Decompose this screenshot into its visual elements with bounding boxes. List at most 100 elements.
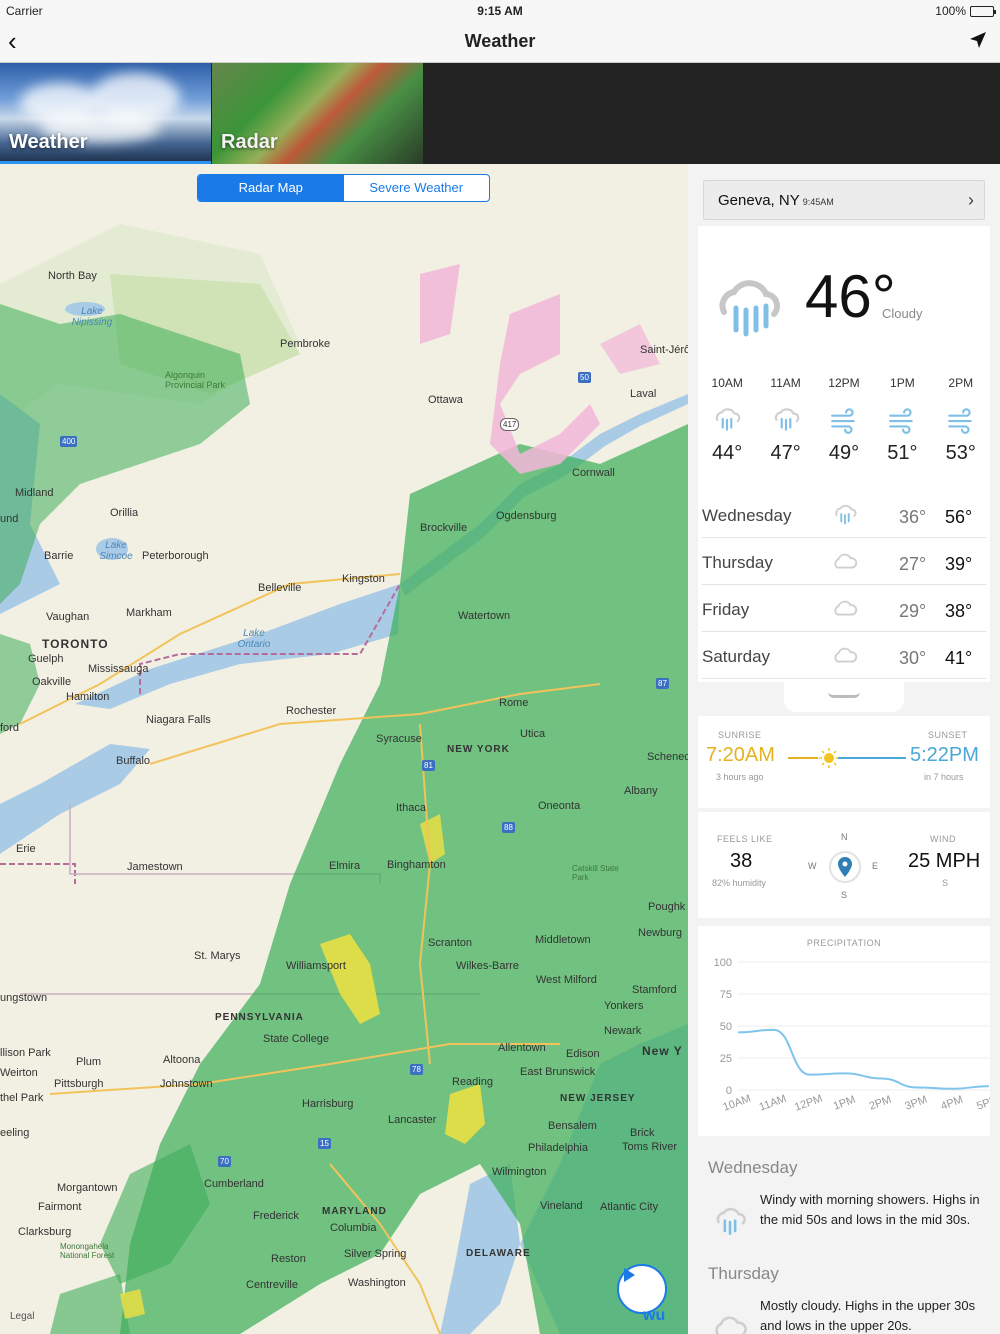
map-label: Edison	[566, 1048, 600, 1060]
map-mode-segmented-control: Radar Map Severe Weather	[197, 174, 490, 202]
sun-card: SUNRISE SUNSET 7:20AM 5:22PM 3 hours ago…	[698, 716, 990, 808]
y-tick-label: 25	[720, 1053, 732, 1065]
location-name: Geneva, NY 9:45AM	[718, 192, 834, 209]
map-label: MARYLAND	[322, 1206, 387, 1217]
text-forecast: Wednesday Windy with morning showers. Hi…	[698, 1142, 1000, 1334]
x-tick-label: 12PM	[793, 1093, 824, 1114]
map-label: Poughk	[648, 901, 686, 913]
compass-pin-icon	[829, 851, 861, 883]
map-label: NEW JERSEY	[560, 1093, 636, 1104]
map-label: Middletown	[535, 934, 591, 946]
daily-high: 56°	[945, 507, 973, 527]
daily-row[interactable]: Saturday 30° 41°	[702, 633, 986, 679]
map-label: Altoona	[163, 1054, 201, 1066]
rain-icon	[698, 398, 756, 442]
daily-low: 30°	[899, 648, 927, 668]
daily-day: Thursday	[702, 553, 773, 572]
map-label: Hamilton	[66, 691, 110, 703]
segment-radar-map[interactable]: Radar Map	[198, 175, 344, 201]
map-label: Peterborough	[142, 550, 209, 562]
map-label: Scranton	[428, 937, 473, 949]
hourly-item: 10AM 44°	[698, 376, 756, 465]
map-label: Watertown	[458, 610, 511, 622]
daily-row[interactable]: Friday 29° 38°	[702, 586, 986, 632]
map-label: Elmira	[329, 860, 361, 872]
map-label: llison Park	[0, 1047, 51, 1059]
sun-track-remaining	[838, 757, 906, 759]
daily-high: 39°	[945, 554, 973, 574]
daily-row[interactable]: Thursday 27° 39°	[702, 539, 986, 585]
map-label: Cornwall	[572, 467, 615, 479]
map-label: Guelph	[28, 653, 64, 665]
map-label: Toms River	[622, 1141, 678, 1153]
daily-row[interactable]: Wednesday 36° 56°	[702, 492, 986, 538]
map-label: Algonquin Provincial Park	[165, 370, 226, 390]
map-label: eeling	[0, 1127, 30, 1139]
segment-severe-weather[interactable]: Severe Weather	[344, 175, 490, 201]
radar-map[interactable]: Radar Map Severe Weather North Bay Lake …	[0, 164, 688, 1334]
map-label: Harrisburg	[302, 1098, 354, 1110]
map-label: Centreville	[246, 1279, 298, 1291]
rain-icon	[832, 502, 858, 533]
feels-like-label: FEELS LIKE	[717, 834, 773, 844]
highway-shield: 400	[60, 436, 78, 447]
highway-shield: 88	[502, 822, 515, 833]
map-label: Washington	[348, 1277, 406, 1289]
hourly-temp: 47°	[770, 442, 801, 464]
x-tick-label: 4PM	[939, 1094, 964, 1113]
map-label: thel Park	[0, 1092, 44, 1104]
expand-forecast-button[interactable]	[784, 682, 904, 712]
x-tick-label: 1PM	[832, 1094, 857, 1113]
map-label: Schenec	[647, 751, 688, 763]
tab-weather[interactable]: Weather	[0, 63, 211, 164]
map-label: Niagara Falls	[146, 714, 211, 726]
chevron-right-icon: ›	[968, 190, 974, 210]
map-label: Reston	[271, 1253, 306, 1265]
wunderground-logo: wu	[643, 1307, 666, 1324]
map-label: Vaughan	[46, 611, 90, 623]
map-label: NEW YORK	[447, 744, 510, 755]
current-conditions-card: 46° Cloudy 10AM 44° 11AM 47° 12PM 49° 1PM 5…	[698, 226, 990, 498]
y-tick-label: 75	[720, 989, 732, 1001]
status-bar: Carrier 9:15 AM 100%	[0, 0, 1000, 20]
forecast-text: Windy with morning showers. Highs in the…	[760, 1192, 980, 1227]
map-label: Midland	[15, 487, 54, 499]
map-label: Pembroke	[280, 338, 331, 350]
map-label: Markham	[126, 607, 172, 619]
wind-compass: N S W E	[808, 832, 882, 902]
map-label: Lake Nipissing	[71, 306, 113, 328]
map-canvas	[0, 164, 688, 1334]
hourly-temp: 44°	[712, 442, 743, 464]
sun-icon	[819, 748, 839, 773]
map-label: Saint-Jérô	[640, 344, 688, 356]
daily-high: 38°	[945, 601, 973, 621]
x-tick-label: 11AM	[758, 1093, 788, 1114]
location-arrow-icon[interactable]	[968, 30, 988, 55]
wind-icon	[932, 398, 990, 442]
daily-low: 27°	[899, 554, 927, 574]
rain-icon	[756, 398, 814, 442]
tab-radar[interactable]: Radar	[212, 63, 423, 164]
y-tick-label: 0	[726, 1085, 732, 1097]
map-label: Brockville	[420, 522, 468, 534]
map-label: Brick	[630, 1127, 655, 1139]
map-label: Lake Ontario	[237, 628, 271, 650]
location-selector[interactable]: Geneva, NY 9:45AM ›	[703, 180, 985, 220]
legal-link[interactable]: Legal	[10, 1311, 34, 1322]
map-label: Syracuse	[376, 733, 422, 745]
daily-day: Saturday	[702, 647, 771, 666]
map-label: Erie	[16, 843, 36, 855]
sun-track-past	[788, 757, 818, 759]
highway-shield: 78	[410, 1064, 423, 1075]
navigation-bar: ‹ Weather	[0, 20, 1000, 63]
highway-shield: 87	[656, 678, 669, 689]
y-tick-label: 100	[714, 957, 732, 969]
map-label: Wilkes-Barre	[456, 960, 519, 972]
sunrise-label: SUNRISE	[718, 730, 762, 740]
forecast-day: Wednesday	[708, 1158, 798, 1177]
map-label: Allentown	[498, 1042, 546, 1054]
x-tick-label: 2PM	[868, 1094, 893, 1113]
highway-shield: 15	[318, 1138, 331, 1149]
status-time: 9:15 AM	[477, 4, 523, 18]
sunrise-time: 7:20AM	[706, 744, 775, 766]
